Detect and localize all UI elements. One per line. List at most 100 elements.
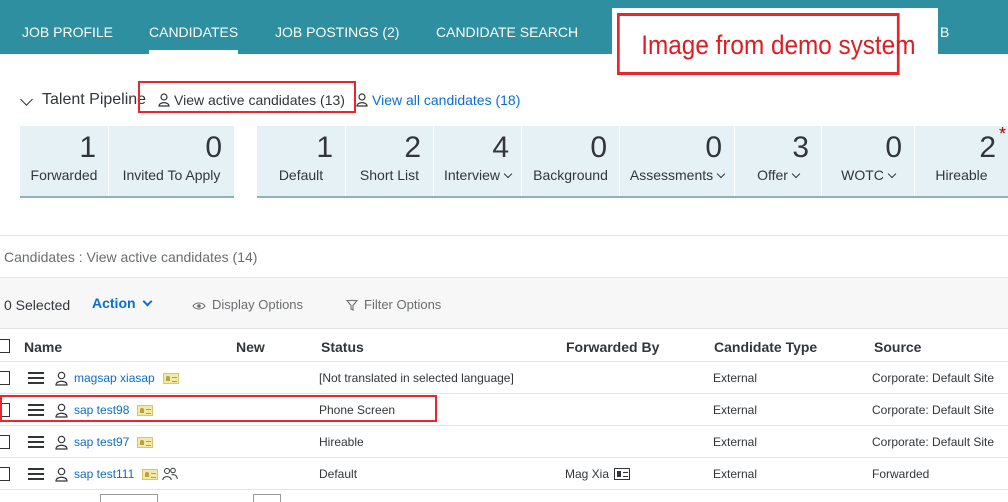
tab-candidate-search[interactable]: CANDIDATE SEARCH	[436, 0, 578, 54]
menu-icon[interactable]	[28, 436, 44, 448]
tile-label-text: Offer	[757, 167, 788, 183]
pager-select[interactable]	[253, 494, 281, 502]
tile-count: 3	[792, 131, 809, 164]
source-cell: Corporate: Default Site	[872, 435, 995, 449]
tile-forwarded[interactable]: 1 Forwarded	[20, 126, 109, 196]
column-header-candidate-type[interactable]: Candidate Type	[714, 339, 817, 355]
table-row[interactable]: sap test111 Default Mag Xia External For…	[0, 458, 1008, 490]
candidate-type-cell: External	[713, 435, 758, 449]
candidate-name-link[interactable]: sap test111	[74, 467, 178, 481]
status-cell: Hireable	[319, 435, 364, 449]
demo-system-label: Image from demo system	[617, 13, 915, 75]
tile-count: 1	[79, 131, 96, 164]
candidate-type-cell: External	[713, 467, 758, 481]
tile-count: 4	[492, 131, 509, 164]
tile-hireable[interactable]: 2 * Hireable	[915, 124, 1008, 196]
tile-count: 1	[316, 131, 333, 164]
tab-partial[interactable]: B	[940, 0, 949, 54]
candidate-type-cell: External	[713, 371, 758, 385]
chevron-down-icon[interactable]	[716, 169, 726, 179]
id-card-icon[interactable]	[142, 469, 159, 480]
tile-short-list[interactable]: 2 Short List	[346, 126, 434, 196]
menu-icon[interactable]	[28, 372, 44, 384]
forwarded-by-name: Mag Xia	[565, 467, 610, 481]
contact-card-icon[interactable]	[614, 468, 631, 480]
chevron-down-icon[interactable]	[887, 169, 897, 179]
action-menu-button[interactable]: Action	[92, 294, 153, 312]
candidate-name-link[interactable]: magsap xiasap	[74, 371, 179, 385]
table-row[interactable]: sap test97 Hireable External Corporate: …	[0, 426, 1008, 458]
tab-job-postings[interactable]: JOB POSTINGS (2)	[275, 0, 399, 54]
row-checkbox[interactable]	[0, 371, 10, 385]
tile-label: Background	[533, 167, 608, 183]
source-cell: Corporate: Default Site	[872, 403, 995, 417]
column-header-forwarded-by[interactable]: Forwarded By	[566, 339, 659, 355]
tile-label: Offer	[735, 164, 821, 184]
tile-count: 0	[205, 131, 222, 164]
display-options-button[interactable]: Display Options	[192, 296, 303, 314]
tile-interview[interactable]: 4 Interview	[434, 126, 522, 196]
tile-invited-to-apply[interactable]: 0 Invited To Apply	[109, 126, 234, 196]
filter-options-button[interactable]: Filter Options	[345, 296, 442, 314]
id-card-icon[interactable]	[137, 437, 154, 448]
column-header-new[interactable]: New	[236, 339, 265, 355]
tile-label-text: Interview	[443, 167, 501, 183]
source-cell: Forwarded	[872, 467, 930, 481]
selected-count: 0 Selected	[4, 297, 71, 313]
talent-pipeline-title: Talent Pipeline	[42, 91, 147, 108]
candidate-name: sap test111	[74, 467, 135, 481]
person-icon	[55, 435, 68, 450]
tab-job-profile[interactable]: JOB PROFILE	[22, 0, 113, 54]
row-highlight-box	[0, 395, 437, 422]
filter-options-label: Filter Options	[364, 297, 442, 312]
tile-assessments[interactable]: 0 Assessments	[620, 126, 735, 196]
row-checkbox[interactable]	[0, 467, 10, 481]
candidate-name-link[interactable]: sap test97	[74, 435, 154, 449]
tile-count: 0	[590, 131, 607, 164]
person-icon	[356, 93, 368, 107]
id-card-icon[interactable]	[162, 373, 179, 384]
pager-input[interactable]	[100, 494, 158, 502]
candidates-summary: Candidates : View active candidates (14)	[4, 249, 258, 265]
tile-label-text: Assessments	[629, 167, 714, 183]
tile-label: Short List	[359, 167, 420, 183]
chevron-down-icon[interactable]	[20, 93, 33, 106]
filter-icon	[345, 299, 359, 311]
tile-offer[interactable]: 3 Offer	[735, 126, 822, 196]
chevron-down-icon	[142, 296, 153, 307]
menu-icon[interactable]	[28, 468, 44, 480]
tile-count: 0	[885, 131, 902, 164]
person-icon	[55, 467, 68, 482]
candidate-name: sap test97	[74, 435, 130, 449]
display-options-label: Display Options	[212, 297, 304, 312]
group-icon[interactable]	[162, 467, 178, 481]
select-all-checkbox[interactable]	[0, 339, 10, 353]
tile-label: Hireable	[935, 167, 988, 183]
forwarded-by-cell: Mag Xia	[565, 467, 631, 481]
tile-background[interactable]: 0 Background	[522, 126, 620, 196]
person-icon	[55, 371, 68, 386]
tile-label: WOTC	[822, 164, 914, 184]
pipeline-tiles-left: 1 Forwarded 0 Invited To Apply	[20, 126, 234, 198]
required-star-icon: *	[998, 124, 1006, 144]
column-header-name[interactable]: Name	[24, 339, 62, 355]
status-cell: [Not translated in selected language]	[319, 371, 514, 385]
chevron-down-icon[interactable]	[503, 169, 513, 179]
view-all-candidates-link[interactable]: View all candidates (18)	[356, 91, 520, 109]
tile-count: 2	[404, 131, 421, 164]
tile-label: Invited To Apply	[122, 167, 221, 183]
table-header: Name New Status Forwarded By Candidate T…	[0, 330, 1008, 362]
source-cell: Corporate: Default Site	[872, 371, 995, 385]
eye-icon	[192, 302, 206, 310]
column-header-status[interactable]: Status	[321, 339, 364, 355]
tile-wotc[interactable]: 0 WOTC	[822, 126, 915, 196]
tile-default[interactable]: 1 Default	[257, 126, 346, 196]
view-active-highlight-box	[138, 81, 356, 113]
tile-label-text: WOTC	[841, 167, 884, 183]
tab-candidates[interactable]: CANDIDATES	[149, 0, 239, 54]
column-header-source[interactable]: Source	[874, 339, 921, 355]
row-checkbox[interactable]	[0, 435, 10, 449]
chevron-down-icon[interactable]	[791, 169, 801, 179]
table-row[interactable]: magsap xiasap [Not translated in selecte…	[0, 362, 1008, 394]
tile-count: 2	[979, 131, 996, 164]
